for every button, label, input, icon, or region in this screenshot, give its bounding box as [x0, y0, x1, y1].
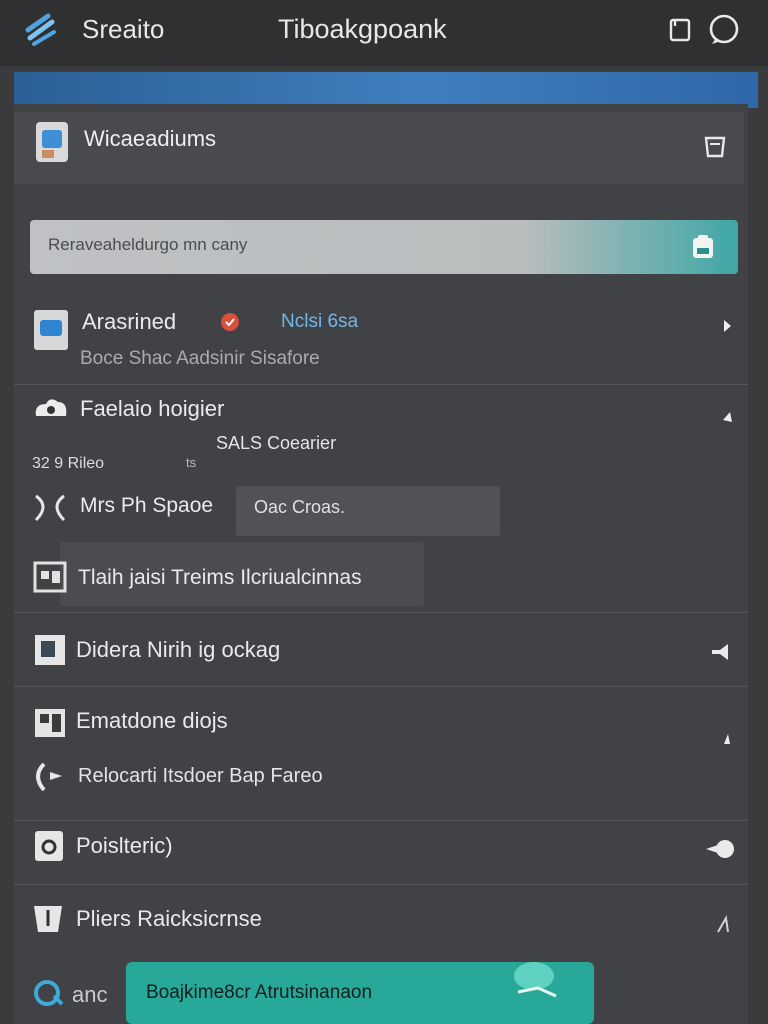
- menu-icon[interactable]: [22, 10, 62, 50]
- highlight-chip[interactable]: Oac Croas.: [236, 486, 500, 536]
- message-bubble-icon: [514, 962, 557, 998]
- row-tag: Nclsi 6sa: [281, 311, 359, 332]
- row-title[interactable]: Ematdone diojs: [76, 708, 228, 734]
- file-icon: [35, 635, 65, 665]
- row-title[interactable]: Tlaih jaisi Treims Ilcriualcinnas: [78, 566, 362, 590]
- row-title[interactable]: Pliers Raicksicrnse: [76, 906, 262, 932]
- row-subtitle: Relocarti Itsdoer Bap Fareo: [78, 765, 323, 787]
- row-title[interactable]: Mrs Ph Spaoe: [80, 494, 213, 518]
- divider: [14, 612, 748, 613]
- primary-action-button[interactable]: Boajkime8cr Atrutsinanaon: [126, 962, 594, 1024]
- row-subtitle: Boce Shac Aadsinir Sisafore: [80, 348, 320, 369]
- chevron-up-icon[interactable]: [718, 728, 734, 748]
- document-icon[interactable]: [666, 16, 694, 44]
- row-title[interactable]: Didera Nirih ig ockag: [76, 637, 280, 663]
- header-strip: [14, 72, 758, 108]
- top-bar: Sreaito Tiboakgpoank: [0, 0, 768, 66]
- link-icon: [34, 494, 66, 522]
- trash-icon: [34, 906, 62, 932]
- chat-icon[interactable]: [706, 12, 742, 48]
- chevron-up-icon[interactable]: [720, 406, 736, 426]
- profile-icon: [36, 122, 68, 162]
- divider: [14, 820, 748, 821]
- row-meta-small: ts: [186, 455, 197, 470]
- bottom-left-label[interactable]: anc: [72, 982, 107, 1008]
- phone-icon: [36, 762, 62, 792]
- divider: [14, 384, 748, 385]
- row-title[interactable]: Poislteric): [76, 833, 173, 859]
- clipboard-icon[interactable]: [688, 232, 718, 262]
- action-label: Boajkime8cr Atrutsinanaon: [146, 982, 373, 1003]
- toggle-icon[interactable]: [704, 836, 736, 862]
- bag-icon[interactable]: [700, 130, 730, 160]
- loop-icon: [34, 980, 64, 1006]
- page-title: Tiboakgpoank: [278, 14, 447, 44]
- account-card[interactable]: Wicaeadiums: [14, 112, 744, 184]
- card-title: Wicaeadiums: [84, 126, 217, 151]
- row-meta: 32 9 Rileo: [32, 455, 105, 472]
- shield-icon: [34, 310, 68, 350]
- calendar-icon: [33, 561, 67, 593]
- app-name: Sreaito: [82, 14, 165, 44]
- chevron-right-icon[interactable]: [720, 316, 736, 336]
- search-bar[interactable]: Reraveaheldurgo mn cany: [30, 220, 738, 274]
- lock-icon: [35, 831, 63, 861]
- grid-icon: [35, 709, 65, 737]
- chevron-icon[interactable]: [714, 912, 736, 936]
- search-text: Reraveaheldurgo mn cany: [48, 235, 248, 254]
- divider: [14, 884, 748, 885]
- chip-label: Oac Croas.: [254, 497, 346, 517]
- divider: [14, 686, 748, 687]
- row-subtitle: SALS Coearier: [216, 433, 337, 453]
- row-title[interactable]: Faelaio hoigier: [80, 396, 224, 422]
- cloud-icon: [35, 399, 67, 416]
- volume-icon[interactable]: [710, 640, 736, 664]
- row-title[interactable]: Arasrined: [82, 309, 176, 335]
- alert-badge-icon: [221, 313, 239, 331]
